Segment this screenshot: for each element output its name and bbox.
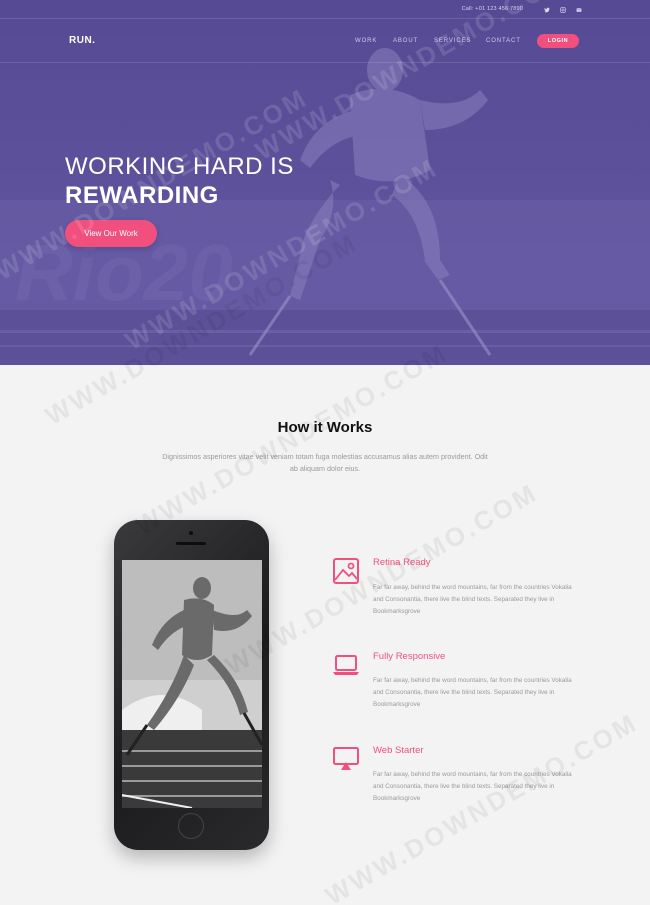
phone-speaker [176, 542, 206, 545]
nav-link-services[interactable]: SERVICES [434, 38, 471, 44]
section-subtitle: Dignissimos asperiores vitae velit venia… [162, 452, 488, 473]
feature-text: Far far away, behind the word mountains,… [373, 771, 572, 802]
watermark: WWW.DOWNDEMO.COM [130, 337, 453, 541]
how-it-works-section: How it Works Dignissimos asperiores vita… [0, 227, 650, 905]
phone-mockup [114, 520, 269, 850]
twitter-icon[interactable] [542, 5, 551, 14]
phone-camera [189, 531, 193, 535]
nav-link-about[interactable]: ABOUT [393, 38, 418, 44]
email-icon[interactable] [574, 5, 583, 14]
watermark: WWW.DOWNDEMO.COM [320, 707, 643, 905]
laptop-icon [332, 651, 360, 679]
login-button[interactable]: LOGIN [537, 34, 579, 48]
feature-text: Far far away, behind the word mountains,… [373, 584, 572, 615]
nav-link-contact[interactable]: CONTACT [486, 38, 521, 44]
contact-phone: Call: +01 123 456 7890 [461, 6, 523, 12]
screen-share-icon [332, 745, 360, 773]
instagram-icon[interactable] [558, 5, 567, 14]
image-icon [332, 557, 360, 585]
section-title: How it Works [277, 419, 373, 436]
phone-screen-image [122, 560, 262, 808]
site-logo[interactable]: RUN. [69, 35, 95, 46]
feature-title: Retina Ready [373, 557, 431, 568]
top-bar: Call: +01 123 456 7890 [0, 0, 650, 19]
feature-title: Web Starter [373, 745, 424, 756]
hero-section: Rio20 Call: +01 123 456 7890 RUN. WORK A… [0, 0, 650, 365]
feature-title: Fully Responsive [373, 651, 446, 662]
feature-text: Far far away, behind the word mountains,… [373, 677, 572, 708]
phone-home-button [178, 813, 204, 839]
hero-title-line1: WORKING HARD IS [65, 153, 294, 180]
hero-title-line2: REWARDING [65, 182, 219, 209]
nav-link-work[interactable]: WORK [355, 38, 377, 44]
main-navbar: RUN. WORK ABOUT SERVICES CONTACT LOGIN [0, 19, 650, 63]
view-our-work-button[interactable]: View Our Work [65, 220, 157, 247]
